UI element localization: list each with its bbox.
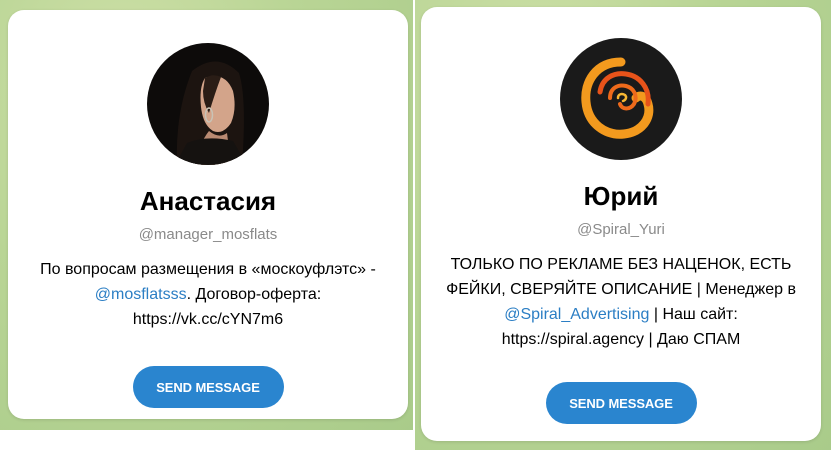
profile-name: Юрий — [583, 181, 659, 211]
avatar[interactable] — [560, 38, 682, 160]
bio-text: | Наш сайт: — [649, 306, 738, 323]
profile-bio: По вопросам размещения в «москоуфлэтс» -… — [28, 257, 388, 332]
bio-text: . Договор-оферта: — [186, 286, 322, 303]
avatar[interactable] — [147, 43, 269, 165]
bio-text: https://spiral.agency | Даю СПАМ — [501, 331, 741, 348]
bio-link[interactable]: https://vk.cc/cYN7m6 — [133, 311, 283, 328]
profile-username[interactable]: @manager_mosflats — [139, 226, 278, 244]
bio-mention-link[interactable]: @Spiral_Advertising — [504, 306, 649, 323]
profile-name: Анастасия — [139, 186, 277, 216]
send-message-button[interactable]: SEND MESSAGE — [132, 366, 284, 408]
woman-portrait-icon — [147, 43, 269, 165]
profile-bio: ТОЛЬКО ПО РЕКЛАМЕ БЕЗ НАЦЕНОК, ЕСТЬ ФЕЙК… — [441, 252, 801, 352]
spiral-logo-icon — [560, 38, 682, 160]
bio-mention-link[interactable]: @mosflatsss — [95, 286, 187, 303]
bio-text: По вопросам размещения в «москоуфлэтс» - — [40, 261, 376, 278]
profile-username[interactable]: @Spiral_Yuri — [577, 221, 665, 239]
bio-text: ТОЛЬКО ПО РЕКЛАМЕ БЕЗ НАЦЕНОК, ЕСТЬ — [450, 256, 792, 273]
bio-text: ФЕЙКИ, СВЕРЯЙТЕ ОПИСАНИЕ | Менеджер в — [446, 281, 796, 298]
profile-card-right: Юрий @Spiral_Yuri ТОЛЬКО ПО РЕКЛАМЕ БЕЗ … — [421, 7, 821, 441]
profile-card-left: Анастасия @manager_mosflats По вопросам … — [8, 10, 408, 419]
send-message-button[interactable]: SEND MESSAGE — [545, 382, 697, 424]
